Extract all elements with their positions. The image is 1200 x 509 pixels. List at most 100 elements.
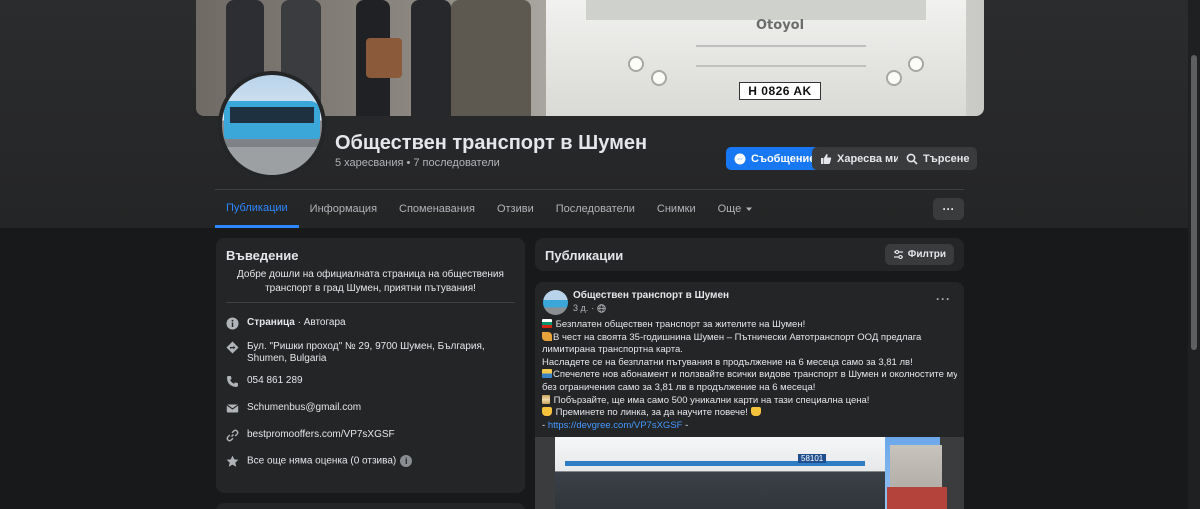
intro-card: Въведение Добре дошли на официалната стр… [216,238,525,493]
posts-title: Публикации [545,248,624,263]
info-phone-text: 054 861 289 [247,375,303,386]
more-icon: ··· [942,202,955,216]
location-icon [226,341,239,354]
page-scrollbar[interactable] [1188,0,1200,509]
image-bus [555,437,885,509]
globe-icon [597,303,607,313]
info-website[interactable]: bestpromooffers.com/VP7sXGSF [226,429,511,442]
info-icon[interactable]: i [400,455,413,467]
message-button[interactable]: Съобщение [726,147,824,170]
filters-button-label: Филтри [907,249,946,260]
post-body: Безплатен обществен транспорт за жителит… [542,319,957,432]
messenger-icon [734,153,746,164]
info-phone[interactable]: 054 861 289 [226,375,511,388]
post-line: Преминете по линка, за да научите повече… [542,407,957,420]
scrollbar-thumb[interactable] [1191,55,1197,350]
cover-bus-grille [696,45,866,67]
tab-photos[interactable]: Снимки [646,190,707,228]
link-icon [226,429,239,442]
post-time[interactable]: 3 д. [573,303,588,313]
post-line: без ограничения само за 3,81 лв в продъл… [542,381,816,393]
post-author-avatar[interactable] [543,290,568,315]
post-more-button[interactable]: ··· [936,292,951,306]
cover-person [411,0,451,116]
post-author[interactable]: Обществен транспорт в Шумен [573,290,729,301]
cover-license-plate: H 0826 AK [739,82,821,100]
info-website-text: bestpromooffers.com/VP7sXGSF [247,429,395,440]
bulgaria-flag-icon [542,319,552,328]
filter-icon [893,249,903,260]
next-card [216,503,525,509]
caret-down-icon [746,207,753,211]
meta-dot: · [591,303,595,313]
email-icon [226,404,239,413]
image-roof [887,487,947,509]
tab-posts[interactable]: Публикации [215,190,299,228]
more-options-button[interactable]: ··· [933,198,964,220]
info-email[interactable]: Schumenbus@gmail.com [226,402,511,415]
page-stats[interactable]: 5 харесвания • 7 последователи [335,157,500,169]
tab-more-label: Още [717,203,742,215]
post-line-text: Преминете по линка, за да научите повече… [555,407,748,419]
cover-bus-light [908,56,924,72]
cover-bus-brand: Otoyol [756,18,805,33]
post-line: Насладете се на безплатни пътувания в пр… [542,356,913,368]
post-line-text: Побързайте, ще има само 500 уникални кар… [553,394,870,406]
post-line: Побързайте, ще има само 500 уникални кар… [542,394,957,408]
hourglass-icon [542,394,550,404]
cover-bus-light [651,70,667,86]
info-email-text: Schumenbus@gmail.com [247,402,362,413]
post-meta: 3 д. · [573,303,607,313]
image-fleet-number: 58101 [798,454,827,463]
post-line: - https://devgree.com/VP7sXGSF - [542,420,957,433]
search-button-label: Търсене [923,152,970,165]
info-address-text: Бул. "Ришки проход" № 29, 9700 Шумен, Бъ… [247,341,485,364]
cover-bag [366,38,402,78]
post-link[interactable]: https://devgree.com/VP7sXGSF [548,420,683,431]
tab-reviews[interactable]: Отзиви [486,190,545,228]
page-tabs: Публикации Информация Споменавания Отзив… [215,190,764,228]
ticket-icon [542,369,552,379]
cover-person [451,0,531,116]
info-category-rest: · Автогара [294,317,346,328]
link-suffix: - [682,419,689,431]
tab-mentions[interactable]: Споменавания [388,190,486,228]
phone-icon [227,376,238,387]
tab-followers[interactable]: Последователи [545,190,646,228]
cover-bus-light [886,70,902,86]
pointing-down-icon [542,407,552,417]
info-rating-text: Все още няма оценка (0 отзива) [247,455,397,467]
info-icon [226,317,239,330]
page-title: Обществен транспорт в Шумен [335,132,648,154]
post-line: Спечелете нов абонамент и ползвайте всич… [542,369,957,382]
posts-header-card: Публикации Филтри [535,238,964,271]
post-line-text: Спечелете нов абонамент и ползвайте всич… [553,369,957,381]
search-icon [906,153,918,165]
like-button-label: Харесва ми [837,152,900,165]
post-line: Безплатен обществен транспорт за жителит… [542,319,957,332]
post-line: лимитирана транспортна карта. [542,344,683,356]
intro-description: Добре дошли на официалната страница на о… [237,269,504,294]
tab-about[interactable]: Информация [299,190,388,228]
message-button-label: Съобщение [751,152,816,165]
thumbs-up-icon [821,153,832,164]
post-line-text: В чест на своята 35-годишнина Шумен – Пъ… [553,331,922,343]
cover-bus-window [586,0,926,20]
post-line-text: Безплатен обществен транспорт за жителит… [555,319,806,330]
tab-more[interactable]: Още [707,190,765,228]
search-button[interactable]: Търсене [898,147,978,170]
party-popper-icon [542,331,552,341]
intro-divider [226,302,515,303]
info-category-bold: Страница [247,317,295,328]
post-image[interactable]: 58101 [535,437,964,509]
info-rating: Все още няма оценка (0 отзива) i [226,455,511,468]
cover-bus-light [628,56,644,72]
post-card: Обществен транспорт в Шумен 3 д. · ··· Б… [535,282,964,509]
like-button[interactable]: Харесва ми [812,147,908,170]
intro-heading: Въведение [226,248,299,263]
pointing-down-icon [750,407,761,417]
profile-avatar[interactable] [218,71,326,179]
filters-button[interactable]: Филтри [884,244,954,265]
info-address[interactable]: Бул. "Ришки проход" № 29, 9700 Шумен, Бъ… [226,341,511,365]
post-line: В чест на своята 35-годишнина Шумен – Пъ… [542,331,957,345]
